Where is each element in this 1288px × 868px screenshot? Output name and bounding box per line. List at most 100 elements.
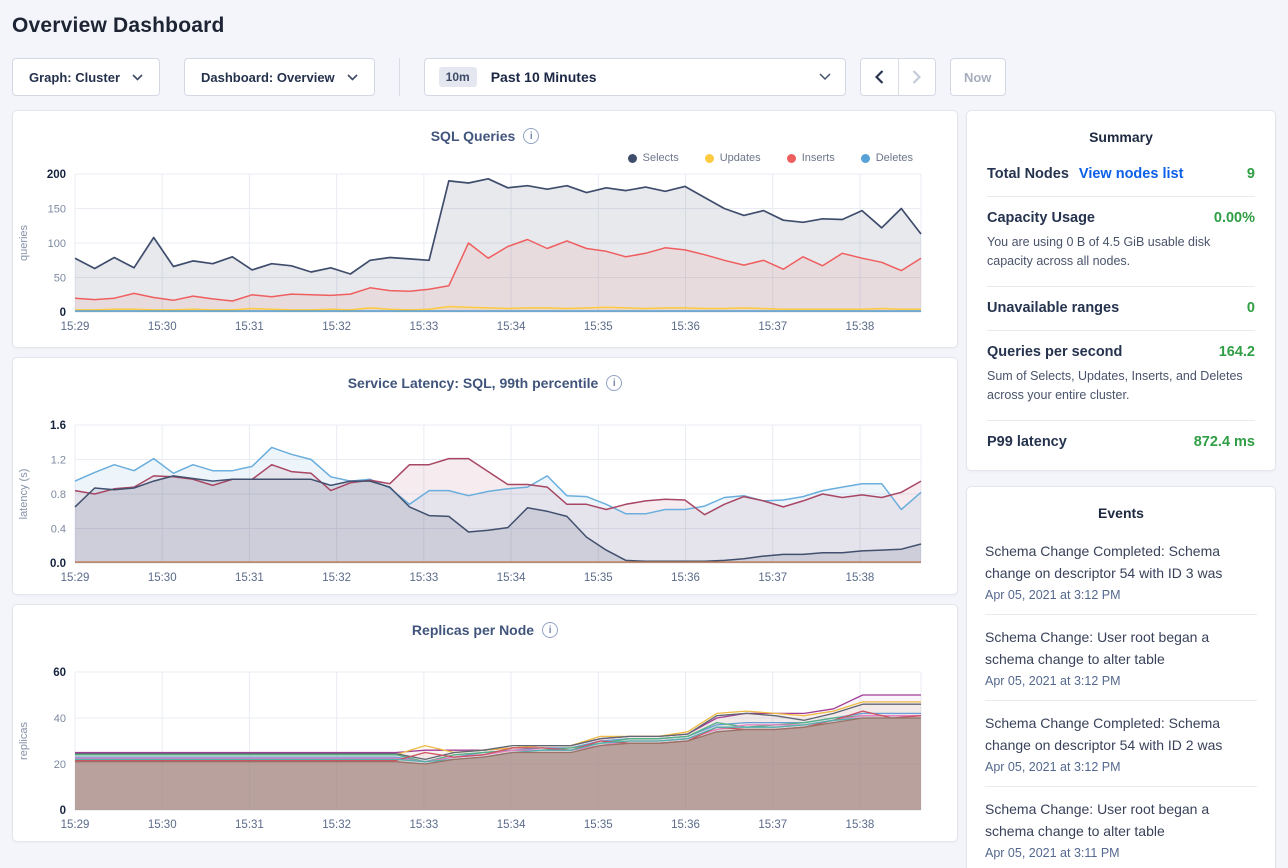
svg-text:15:32: 15:32 <box>322 819 351 831</box>
event-item: Schema Change: User root began a schema … <box>985 787 1257 868</box>
chevron-right-icon <box>912 70 921 84</box>
legend-label: Inserts <box>802 152 835 164</box>
legend-item-selects[interactable]: Selects <box>628 150 679 166</box>
svg-text:15:32: 15:32 <box>322 321 351 333</box>
svg-text:200: 200 <box>47 169 66 181</box>
event-item: Schema Change Completed: Schema change o… <box>985 529 1257 615</box>
event-text: Schema Change Completed: Schema change o… <box>985 540 1257 584</box>
controls-divider <box>399 58 400 96</box>
sql-queries-title-row: SQL Queries i <box>13 111 957 144</box>
svg-text:15:31: 15:31 <box>235 572 264 584</box>
svg-text:15:36: 15:36 <box>671 321 700 333</box>
legend-dot <box>628 154 637 163</box>
legend-dot <box>861 154 870 163</box>
time-range-picker[interactable]: 10m Past 10 Minutes <box>424 58 846 96</box>
legend-item-deletes[interactable]: Deletes <box>861 150 913 166</box>
svg-text:15:29: 15:29 <box>61 819 90 831</box>
svg-text:0.8: 0.8 <box>51 489 66 501</box>
svg-text:60: 60 <box>53 667 66 679</box>
svg-text:15:36: 15:36 <box>671 819 700 831</box>
time-step-buttons <box>860 58 936 96</box>
now-button[interactable]: Now <box>950 58 1006 96</box>
info-icon[interactable]: i <box>542 622 558 638</box>
svg-text:1.2: 1.2 <box>51 455 66 467</box>
svg-text:150: 150 <box>48 204 66 216</box>
graph-dropdown[interactable]: Graph: Cluster <box>12 58 160 96</box>
legend-item-updates[interactable]: Updates <box>705 150 761 166</box>
summary-panel: Summary Total Nodes View nodes list 9 Ca… <box>966 110 1276 471</box>
svg-text:15:31: 15:31 <box>235 321 264 333</box>
queries-per-second-label: Queries per second <box>987 344 1122 360</box>
svg-text:replicas: replicas <box>18 722 30 760</box>
svg-text:15:30: 15:30 <box>148 572 177 584</box>
time-range-badge: 10m <box>439 67 477 87</box>
svg-text:15:36: 15:36 <box>671 572 700 584</box>
capacity-usage-description: You are using 0 B of 4.5 GiB usable disk… <box>987 226 1255 272</box>
chevron-down-icon <box>819 73 831 81</box>
previous-interval-button[interactable] <box>861 59 898 95</box>
svg-text:0: 0 <box>60 307 66 319</box>
info-icon[interactable]: i <box>523 128 539 144</box>
svg-text:15:34: 15:34 <box>497 572 526 584</box>
controls-bar: Graph: Cluster Dashboard: Overview 10m P… <box>12 58 1276 96</box>
service-latency-panel: Service Latency: SQL, 99th percentile i … <box>12 357 958 595</box>
replicas-chart[interactable]: 020406015:2915:3015:3115:3215:3315:3415:… <box>13 664 957 834</box>
svg-text:15:38: 15:38 <box>846 819 875 831</box>
svg-text:15:33: 15:33 <box>409 572 438 584</box>
service-latency-title-row: Service Latency: SQL, 99th percentile i <box>13 358 957 391</box>
summary-title: Summary <box>987 111 1255 153</box>
svg-text:15:37: 15:37 <box>758 321 787 333</box>
view-nodes-list-link[interactable]: View nodes list <box>1079 166 1184 182</box>
total-nodes-label: Total Nodes <box>987 166 1069 182</box>
summary-row-p99: P99 latency 872.4 ms <box>987 421 1255 464</box>
svg-text:queries: queries <box>18 224 30 261</box>
service-latency-title: Service Latency: SQL, 99th percentile <box>348 375 599 391</box>
legend-item-inserts[interactable]: Inserts <box>787 150 835 166</box>
charts-column: SQL Queries i Selects Updates Inserts Delet… <box>12 110 958 851</box>
page-header: Overview Dashboard <box>0 0 1288 44</box>
legend-dot <box>705 154 714 163</box>
time-range-label: Past 10 Minutes <box>491 69 805 85</box>
svg-text:15:30: 15:30 <box>148 819 177 831</box>
event-text: Schema Change Completed: Schema change o… <box>985 712 1257 756</box>
summary-row-capacity: Capacity Usage 0.00% You are using 0 B o… <box>987 197 1255 287</box>
events-panel: Events Schema Change Completed: Schema c… <box>966 486 1276 868</box>
dashboard-dropdown[interactable]: Dashboard: Overview <box>184 58 375 96</box>
p99-latency-label: P99 latency <box>987 434 1067 450</box>
service-latency-chart[interactable]: 0.00.40.81.21.615:2915:3015:3115:3215:33… <box>13 417 957 587</box>
svg-text:15:33: 15:33 <box>409 819 438 831</box>
legend-label: Selects <box>643 152 679 164</box>
svg-text:100: 100 <box>48 238 66 250</box>
event-timestamp: Apr 05, 2021 at 3:12 PM <box>985 756 1257 774</box>
next-interval-button[interactable] <box>898 59 935 95</box>
event-item: Schema Change: User root began a schema … <box>985 615 1257 701</box>
sql-queries-chart[interactable]: 05010015020015:2915:3015:3115:3215:3315:… <box>13 166 957 336</box>
svg-text:15:35: 15:35 <box>584 321 613 333</box>
side-column: Summary Total Nodes View nodes list 9 Ca… <box>966 110 1276 868</box>
event-timestamp: Apr 05, 2021 at 3:12 PM <box>985 584 1257 602</box>
svg-text:0.4: 0.4 <box>51 524 66 536</box>
svg-text:0.0: 0.0 <box>50 558 66 570</box>
event-text: Schema Change: User root began a schema … <box>985 798 1257 842</box>
info-icon[interactable]: i <box>606 375 622 391</box>
chevron-down-icon <box>347 74 358 81</box>
capacity-usage-label: Capacity Usage <box>987 210 1095 226</box>
replicas-title: Replicas per Node <box>412 622 534 638</box>
summary-row-total-nodes: Total Nodes View nodes list 9 <box>987 153 1255 197</box>
svg-text:15:38: 15:38 <box>846 321 875 333</box>
capacity-usage-value: 0.00% <box>1214 210 1255 226</box>
svg-text:15:37: 15:37 <box>758 819 787 831</box>
event-text: Schema Change: User root began a schema … <box>985 626 1257 670</box>
svg-text:15:32: 15:32 <box>322 572 351 584</box>
svg-text:15:34: 15:34 <box>497 321 526 333</box>
sql-queries-title: SQL Queries <box>431 128 516 144</box>
event-timestamp: Apr 05, 2021 at 3:11 PM <box>985 842 1257 860</box>
svg-text:1.6: 1.6 <box>50 420 66 432</box>
replicas-panel: Replicas per Node i 020406015:2915:3015:… <box>12 604 958 842</box>
sql-queries-legend: Selects Updates Inserts Deletes <box>13 144 957 166</box>
replicas-title-row: Replicas per Node i <box>13 605 957 638</box>
events-title: Events <box>985 487 1257 529</box>
unavailable-ranges-label: Unavailable ranges <box>987 300 1119 316</box>
svg-text:0: 0 <box>60 805 66 817</box>
page-title: Overview Dashboard <box>12 14 1276 38</box>
